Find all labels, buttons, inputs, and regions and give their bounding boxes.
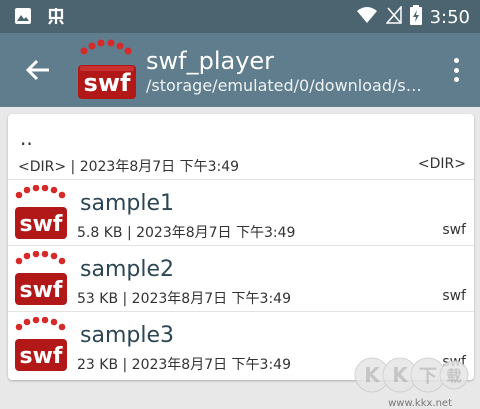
svg-text:swf: swf <box>20 344 63 369</box>
current-path: /storage/emulated/0/download/swf_player <box>146 76 428 95</box>
file-meta: 23 KB | 2023年8月7日 下午3:49 <box>77 357 291 373</box>
svg-text:载: 载 <box>446 367 461 385</box>
file-name: sample3 <box>80 323 174 348</box>
file-type: <DIR> <box>417 156 466 172</box>
list-item-parent-dir[interactable]: .. <DIR> | 2023年8月7日 下午3:49 <DIR> <box>8 114 474 180</box>
file-type: swf <box>442 222 466 238</box>
file-name: .. <box>20 126 33 150</box>
file-meta: <DIR> | 2023年8月7日 下午3:49 <box>18 159 240 175</box>
swf-file-icon: swf <box>15 317 67 371</box>
file-type: swf <box>442 288 466 304</box>
list-item[interactable]: swf sample1 5.8 KB | 2023年8月7日 下午3:49 sw… <box>8 180 474 246</box>
more-vert-icon <box>453 58 459 63</box>
arrow-back-icon <box>25 59 49 81</box>
svg-text:K: K <box>392 363 409 387</box>
svg-text:下: 下 <box>419 366 437 387</box>
app-logo: swf <box>76 39 138 101</box>
file-meta: 53 KB | 2023年8月7日 下午3:49 <box>77 291 291 307</box>
swf-file-icon: swf <box>15 251 67 305</box>
status-time: 3:50 <box>429 6 470 28</box>
svg-text:swf: swf <box>20 212 63 237</box>
battery-icon <box>409 5 422 29</box>
svg-text:swf: swf <box>20 278 63 303</box>
file-name: sample1 <box>80 191 174 216</box>
file-list: .. <DIR> | 2023年8月7日 下午3:49 <DIR> swf sa… <box>8 114 474 380</box>
svg-text:swf: swf <box>84 69 131 97</box>
wifi-icon <box>356 6 378 28</box>
app-notification-icon <box>46 6 66 30</box>
status-bar: 3:50 <box>0 0 480 33</box>
svg-text:K: K <box>364 363 381 387</box>
list-item[interactable]: swf sample2 53 KB | 2023年8月7日 下午3:49 swf <box>8 246 474 312</box>
swf-file-icon: swf <box>15 185 67 239</box>
watermark-url: www.kkx.net <box>388 398 452 409</box>
back-button[interactable] <box>18 53 58 87</box>
more-options-button[interactable] <box>444 55 468 85</box>
file-name: sample2 <box>80 257 174 282</box>
signal-off-icon <box>384 5 402 28</box>
file-meta: 5.8 KB | 2023年8月7日 下午3:49 <box>77 225 296 241</box>
image-notification-icon <box>14 7 32 29</box>
app-bar: swf swf_player /storage/emulated/0/downl… <box>0 33 480 107</box>
app-title: swf_player <box>146 47 275 75</box>
